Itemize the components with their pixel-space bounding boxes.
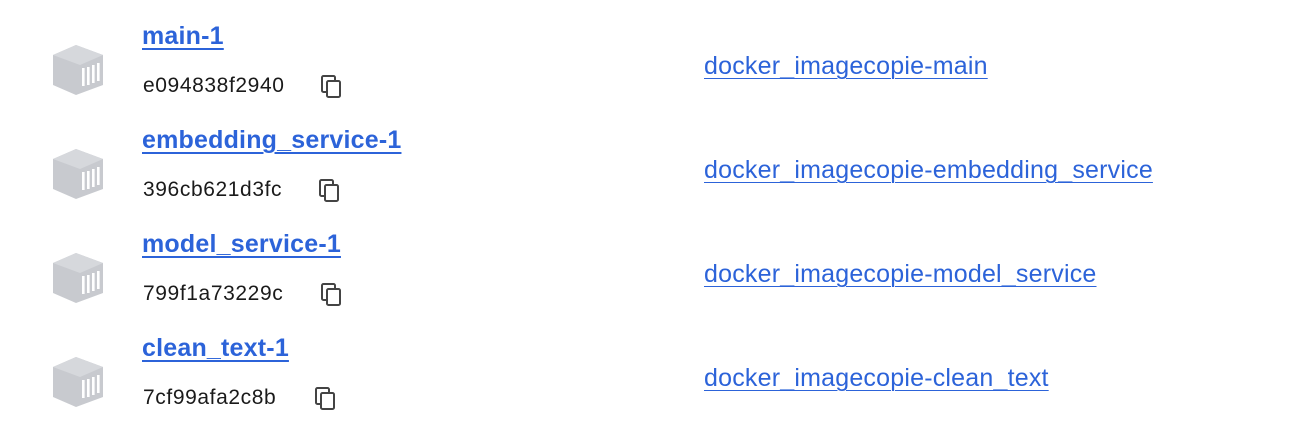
container-id: 7cf99afa2c8b: [143, 386, 277, 409]
container-row: embedding_service-1 396cb621d3fc docker_…: [0, 102, 1292, 206]
copy-icon[interactable]: [318, 178, 342, 204]
container-id: e094838f2940: [143, 74, 285, 97]
container-row: main-1 e094838f2940 docker_imagecopie-ma…: [0, 0, 1292, 102]
container-id: 396cb621d3fc: [143, 178, 283, 201]
image-link[interactable]: docker_imagecopie-clean_text: [704, 364, 1049, 393]
container-icon: [50, 146, 106, 202]
container-list: main-1 e094838f2940 docker_imagecopie-ma…: [0, 0, 1292, 428]
container-icon: [50, 42, 106, 98]
container-icon: [50, 354, 106, 410]
container-name-link[interactable]: embedding_service-1: [142, 126, 401, 155]
container-name-link[interactable]: model_service-1: [142, 230, 341, 259]
container-name-link[interactable]: main-1: [142, 22, 224, 51]
container-row: model_service-1 799f1a73229c docker_imag…: [0, 206, 1292, 310]
image-link[interactable]: docker_imagecopie-embedding_service: [704, 156, 1153, 185]
copy-icon[interactable]: [314, 386, 338, 412]
container-name-link[interactable]: clean_text-1: [142, 334, 289, 363]
image-link[interactable]: docker_imagecopie-main: [704, 52, 988, 81]
copy-icon[interactable]: [320, 74, 344, 100]
container-row: clean_text-1 7cf99afa2c8b docker_imageco…: [0, 310, 1292, 414]
image-link[interactable]: docker_imagecopie-model_service: [704, 260, 1097, 289]
container-icon: [50, 250, 106, 306]
copy-icon[interactable]: [320, 282, 344, 308]
container-id: 799f1a73229c: [143, 282, 284, 305]
